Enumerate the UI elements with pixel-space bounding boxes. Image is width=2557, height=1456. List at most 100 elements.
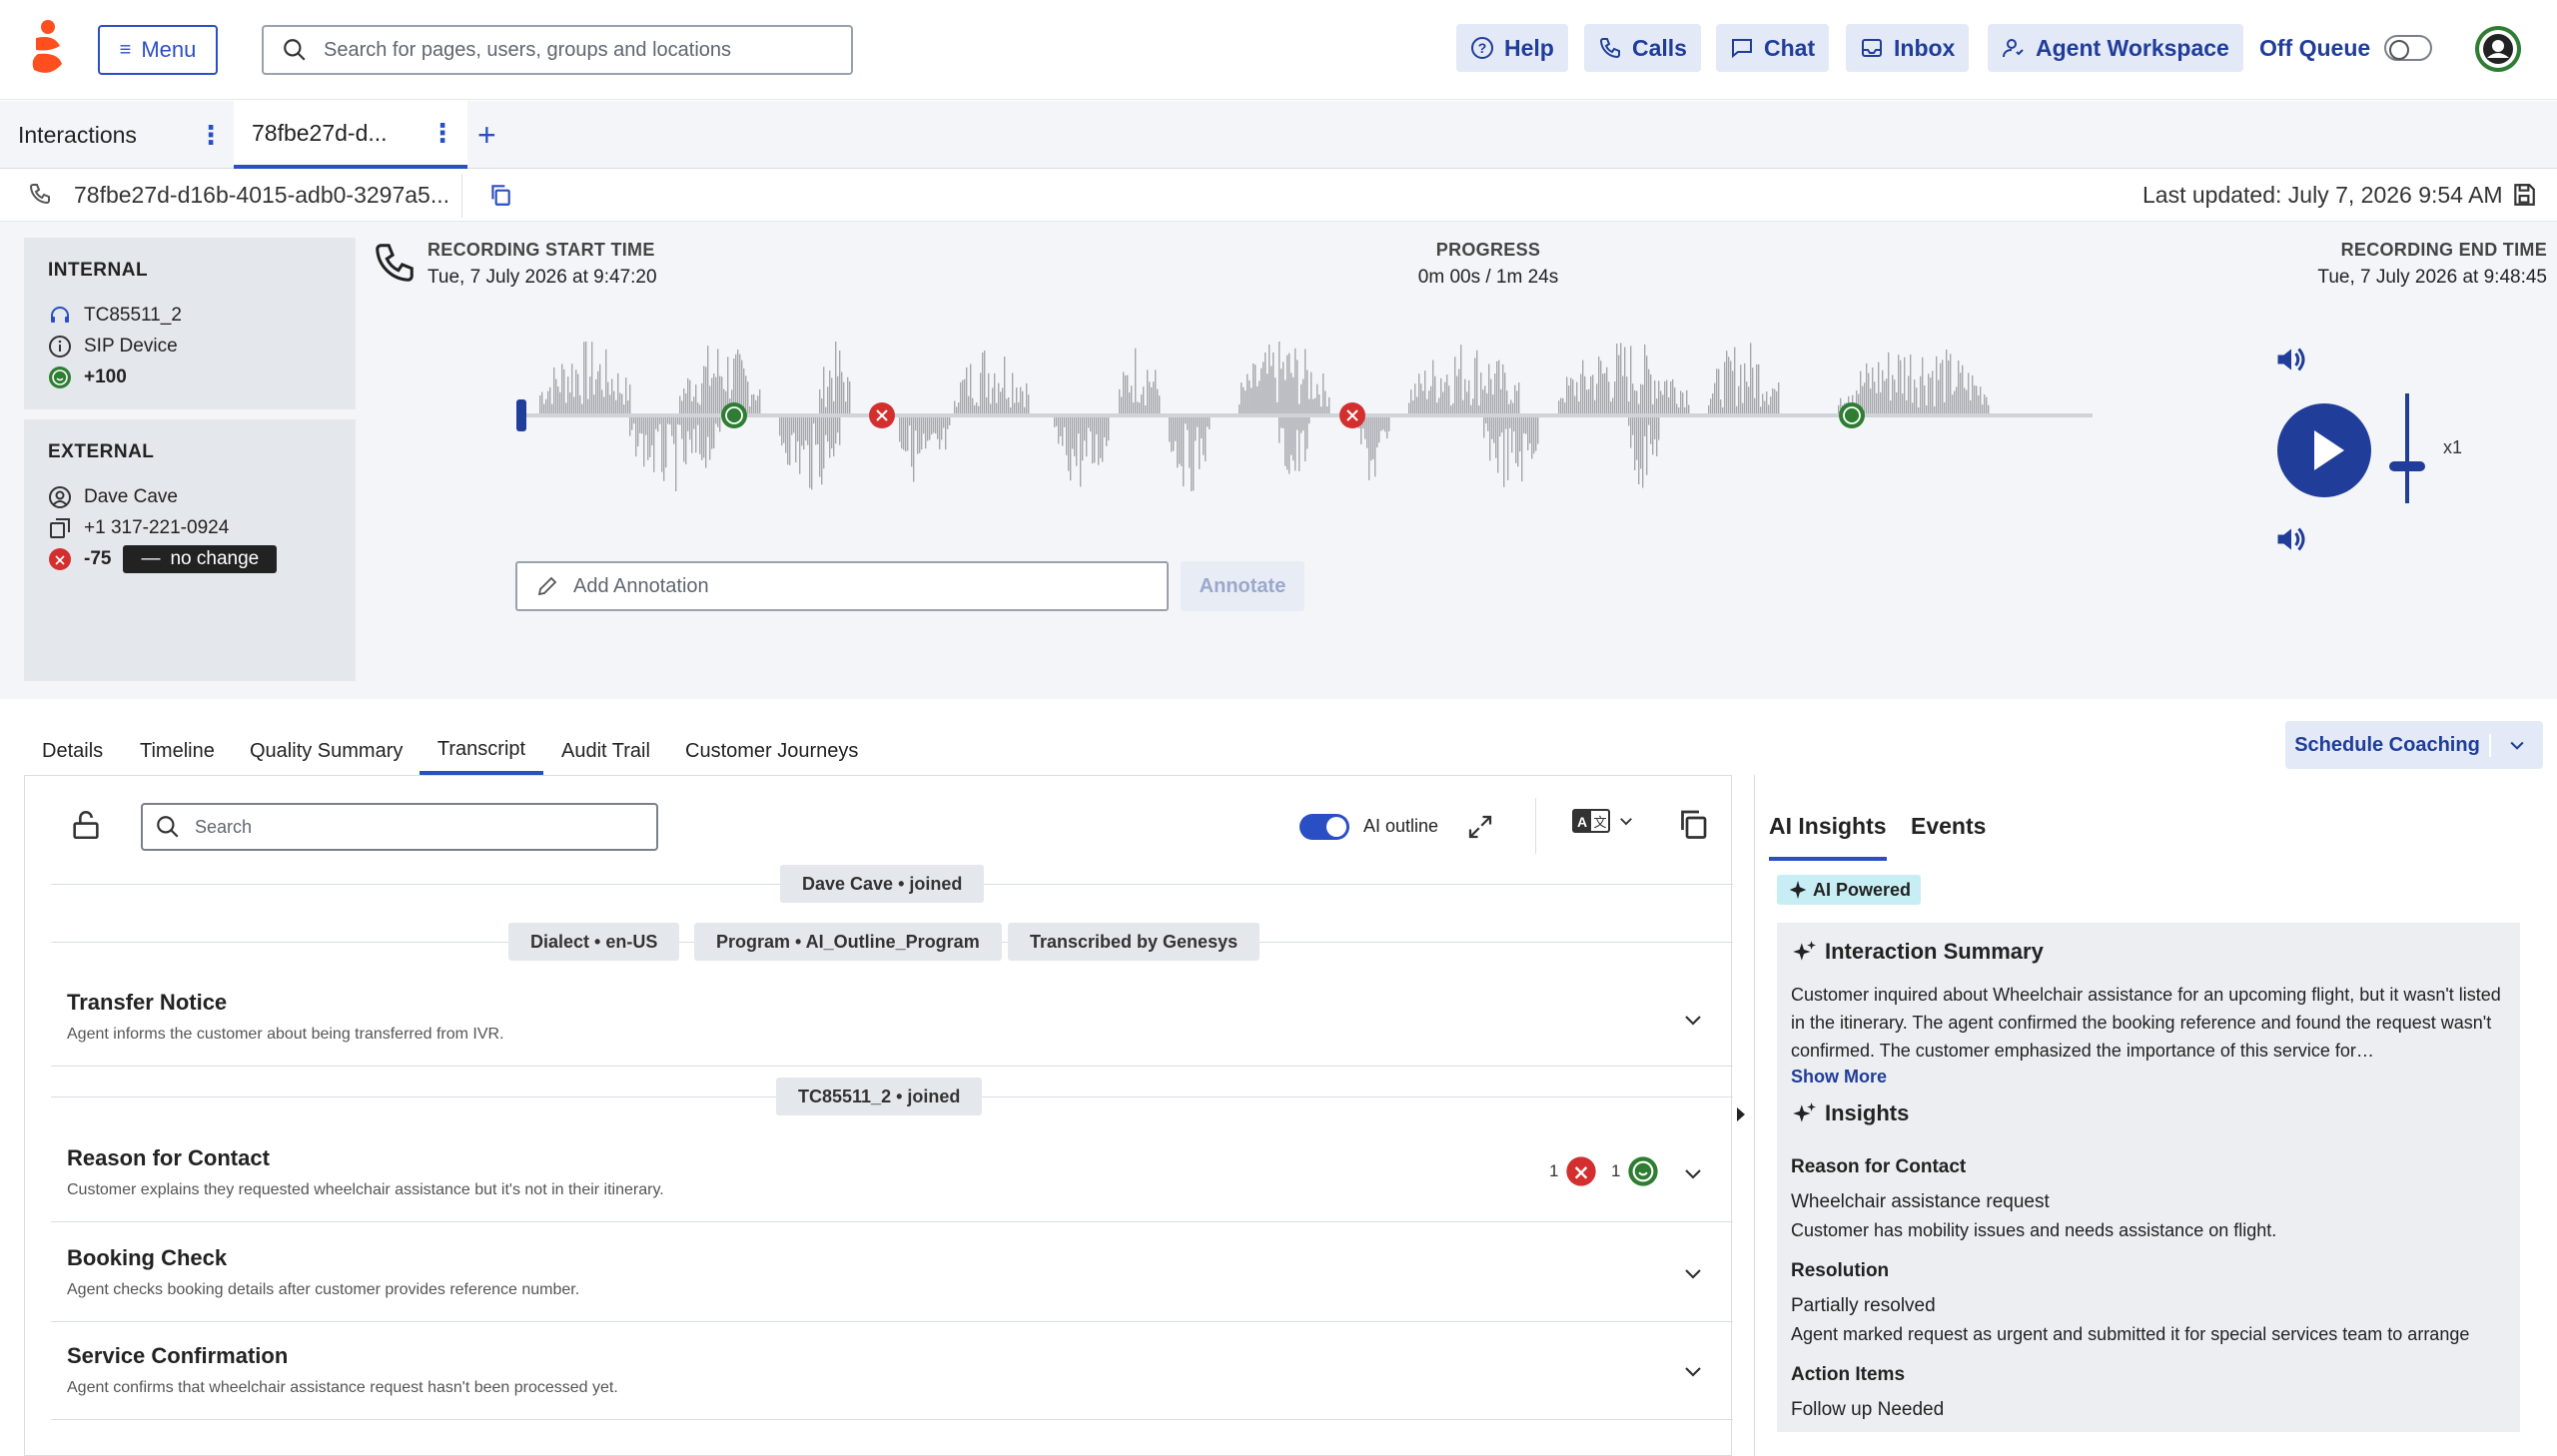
annotation-placeholder: Add Annotation (573, 574, 709, 597)
phone-icon (376, 244, 414, 282)
search-icon (284, 39, 306, 61)
sparkle-icon (1793, 941, 1816, 961)
section-description: Agent checks booking details after custo… (67, 1281, 580, 1298)
internal-heading: INTERNAL (48, 260, 149, 281)
off-queue-label: Off Queue (2259, 34, 2371, 61)
tab-details[interactable]: Details (42, 727, 103, 775)
annotate-button[interactable]: Annotate (1181, 561, 1304, 611)
queue-toggle-switch[interactable] (2384, 35, 2433, 61)
copy-icon[interactable] (487, 182, 513, 208)
positive-sentiment-marker[interactable] (1839, 402, 1865, 428)
section-description: Agent confirms that wheelchair assistanc… (67, 1379, 618, 1396)
tab-timeline[interactable]: Timeline (140, 727, 215, 775)
speed-slider-handle[interactable] (2389, 461, 2425, 471)
audio-waveform[interactable] (509, 342, 2098, 491)
user-avatar[interactable] (2473, 24, 2523, 74)
transcript-panel: Search AI outline A文 Dave Cave • joined … (24, 775, 1733, 1456)
resolution-detail: Agent marked request as urgent and submi… (1791, 1324, 2470, 1344)
schedule-coaching-button[interactable]: Schedule Coaching (2285, 733, 2491, 757)
speed-slider-track[interactable] (2405, 393, 2409, 503)
schedule-coaching-dropdown[interactable] (2491, 735, 2543, 755)
recording-end: RECORDING END TIME Tue, 7 July 2026 at 9… (2197, 240, 2547, 289)
unlock-icon[interactable] (69, 808, 103, 842)
customer-joined-tag: Dave Cave • joined (780, 865, 985, 903)
copy-icon[interactable] (1675, 806, 1711, 842)
recording-start-value: Tue, 7 July 2026 at 9:47:20 (427, 267, 657, 288)
interaction-summary-heading: Interaction Summary (1791, 939, 2044, 965)
add-tab-button[interactable]: + (477, 101, 507, 169)
internal-sentiment-score: +100 (84, 365, 127, 387)
tab-transcript[interactable]: Transcript (420, 727, 543, 775)
chevron-down-icon (1620, 818, 1632, 826)
agent-joined-tag: TC85511_2 • joined (776, 1078, 983, 1115)
kebab-icon[interactable]: ⋮ (429, 118, 455, 149)
external-party-card: EXTERNAL Dave Cave +1 317-221-0924 -75 —… (24, 419, 356, 681)
chevron-down-icon[interactable] (1681, 1359, 1705, 1383)
agent-icon (2003, 39, 2024, 58)
top-bar: ≡ Menu Search for pages, users, groups a… (0, 0, 2557, 100)
tab-interactions[interactable]: Interactions ⋮ (0, 101, 232, 169)
phone-icon (29, 184, 50, 205)
tab-customer-journeys[interactable]: Customer Journeys (685, 727, 858, 775)
chevron-down-icon[interactable] (1681, 1008, 1705, 1032)
negative-sentiment-icon (1566, 1156, 1596, 1186)
device-name: SIP Device (84, 335, 178, 357)
tab-ai-insights[interactable]: AI Insights (1769, 813, 1887, 861)
customer-row: Dave Cave (48, 481, 332, 512)
recording-start: RECORDING START TIME Tue, 7 July 2026 at… (427, 240, 657, 289)
summary-text: Customer inquired about Wheelchair assis… (1791, 985, 2501, 1061)
annotation-input[interactable]: Add Annotation (515, 561, 1169, 611)
waveform-customer-channel (629, 417, 1660, 491)
ai-outline-toggle[interactable] (1299, 814, 1349, 840)
save-icon[interactable] (2511, 182, 2537, 208)
agent-workspace-button[interactable]: Agent Workspace (1988, 24, 2243, 72)
tab-events[interactable]: Events (1911, 813, 1986, 840)
expand-icon[interactable] (1465, 812, 1495, 842)
customer-phone: +1 317-221-0924 (84, 516, 230, 538)
phone-transfer-icon (50, 517, 70, 538)
svg-text:文: 文 (1593, 815, 1606, 830)
show-more-link[interactable]: Show More (1791, 1067, 1887, 1088)
chevron-down-icon[interactable] (1681, 1161, 1705, 1185)
chat-icon (1732, 39, 1752, 59)
recording-header: INTERNAL TC85511_2 SIP Device +100 EXTER… (0, 222, 2557, 699)
off-queue-toggle[interactable]: Off Queue (2259, 24, 2433, 72)
negative-sentiment-marker[interactable] (1339, 402, 1365, 428)
tab-audit-trail[interactable]: Audit Trail (561, 727, 650, 775)
ai-powered-label: AI Powered (1813, 879, 1912, 900)
playhead-handle[interactable] (516, 399, 526, 431)
phone-icon (1599, 38, 1620, 59)
divider (51, 1066, 1733, 1067)
menu-label: Menu (141, 37, 197, 62)
sparkle-icon (1793, 1102, 1816, 1122)
insights-panel: AI Insights Events AI Powered Interactio… (1754, 775, 2533, 1456)
sentiment-change-label: no change (170, 547, 260, 569)
positive-count: 1 (1611, 1161, 1621, 1180)
menu-button[interactable]: ≡ Menu (98, 25, 218, 75)
help-button[interactable]: ? Help (1456, 24, 1568, 72)
global-search-input[interactable]: Search for pages, users, groups and loca… (262, 25, 853, 75)
hamburger-icon: ≡ (119, 38, 132, 61)
action-items-value: Follow up Needed (1791, 1399, 1945, 1420)
tab-quality-summary[interactable]: Quality Summary (250, 727, 403, 775)
translate-dropdown[interactable]: A文 (1571, 806, 1635, 836)
chat-button[interactable]: Chat (1716, 24, 1830, 72)
panel-collapse-icon[interactable] (1734, 1104, 1748, 1124)
ai-powered-badge: AI Powered (1777, 875, 1922, 905)
ai-outline-label: AI outline (1363, 816, 1439, 836)
tab-current-interaction[interactable]: 78fbe27d-d... ⋮ (234, 101, 467, 169)
inbox-button[interactable]: Inbox (1846, 24, 1970, 72)
negative-sentiment-marker[interactable] (869, 402, 895, 428)
section-description: Agent informs the customer about being t… (67, 1026, 504, 1043)
kebab-icon[interactable]: ⋮ (198, 120, 224, 151)
positive-sentiment-marker[interactable] (721, 402, 747, 428)
calls-button[interactable]: Calls (1584, 24, 1701, 72)
genesys-logo[interactable] (28, 20, 72, 78)
volume-icon[interactable] (2273, 521, 2309, 557)
chevron-down-icon[interactable] (1681, 1261, 1705, 1285)
transcript-search-input[interactable]: Search (141, 803, 658, 851)
play-button[interactable] (2277, 403, 2371, 497)
volume-icon[interactable] (2273, 342, 2309, 377)
agent-workspace-label: Agent Workspace (2036, 34, 2229, 61)
section-title: Reason for Contact (67, 1145, 270, 1170)
